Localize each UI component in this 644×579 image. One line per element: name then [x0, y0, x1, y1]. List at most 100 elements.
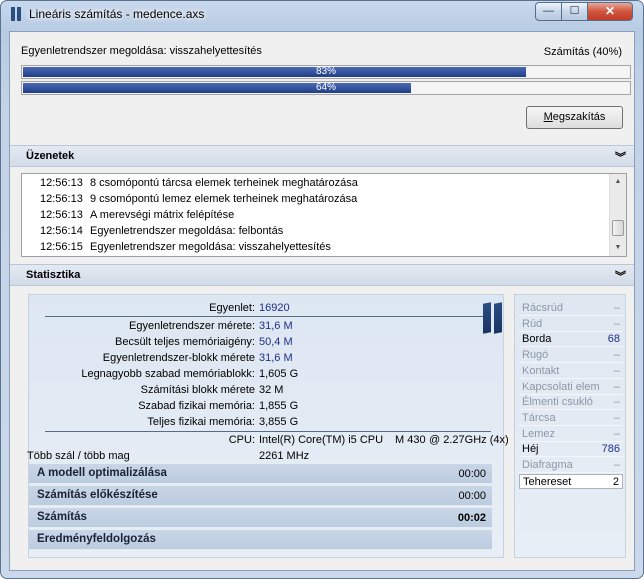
element-type-name: Kapcsolati elem [522, 380, 600, 393]
title-bar[interactable]: Lineáris számítás - medence.axs — ☐ ✕ [1, 1, 643, 27]
element-type-row: Rácsrúd – [519, 301, 623, 316]
scroll-down-arrow-icon[interactable]: ▼ [612, 242, 624, 254]
window-title: Lineáris számítás - medence.axs [29, 7, 205, 21]
statistic-label: Egyenletrendszer-blokk mérete [102, 352, 255, 364]
statistic-value: 16920 [259, 302, 290, 314]
element-type-count: – [613, 317, 620, 330]
scrollbar-thumb[interactable] [612, 220, 624, 236]
statistics-divider [45, 316, 491, 317]
element-type-count: – [613, 349, 620, 362]
message-text: Egyenletrendszer megoldása: visszahelyet… [90, 241, 331, 253]
statistic-row: Legnagyobb szabad memóriablokk: 1,605 G [29, 368, 505, 383]
message-text: 8 csomópontú tárcsa elemek terheinek meg… [90, 177, 358, 189]
statistic-label: Legnagyobb szabad memóriablokk: [81, 368, 255, 380]
statistics-section-header[interactable]: Statisztika ︾ [10, 264, 634, 286]
element-type-row: Lemez – [519, 427, 623, 442]
element-type-name: Rúd [522, 317, 543, 330]
element-type-count: 2 [612, 475, 619, 488]
message-time: 12:56:15 [40, 241, 83, 253]
phase-time: 00:02 [457, 512, 486, 524]
messages-header-title: Üzenetek [26, 150, 75, 162]
element-type-name: Tehereset [523, 475, 572, 488]
element-type-count: 68 [607, 333, 620, 346]
message-time: 12:56:13 [40, 177, 83, 189]
element-type-list: Rácsrúd – Rúd – Borda 68 Rugó – Kontakt – Kapcsola… [514, 294, 626, 558]
statistic-value: 1,605 G [259, 368, 299, 380]
threads-label: Több szál / több mag [27, 450, 130, 462]
element-type-name: Borda [522, 333, 552, 346]
element-type-count: 786 [601, 443, 620, 456]
close-button[interactable]: ✕ [587, 2, 633, 21]
calculation-phase-row: Eredményfeldolgozás [29, 530, 492, 550]
calculation-phase-row: A modell optimalizálása 00:00 [29, 464, 492, 484]
overall-progress-label: Számítás (40%) [543, 46, 622, 58]
statistics-divider [45, 431, 491, 432]
statistic-value: 50,4 M [259, 336, 293, 348]
statistic-label: Egyenlet: [209, 302, 255, 314]
message-text: A merevségi mátrix felépítése [90, 209, 235, 221]
status-text: Egyenletrendszer megoldása: visszahelyet… [21, 45, 262, 57]
statistic-value: 3,855 G [259, 416, 299, 428]
calculation-phase-row: Számítás 00:02 [29, 508, 492, 528]
axisvm-logo-icon [483, 302, 505, 335]
element-type-row: Diafragma – [519, 458, 623, 473]
element-type-name: Diafragma [522, 459, 573, 471]
progress-bar-2: 64% [21, 81, 631, 95]
element-type-row: Tárcsa – [519, 411, 623, 426]
statistic-row: Számítási blokk mérete 32 M [29, 384, 505, 399]
statistics-header-title: Statisztika [26, 269, 81, 281]
cpu-frequency: @ 2.27GHz (4x) [429, 434, 509, 446]
element-type-row: Rúd – [519, 317, 623, 332]
statistic-row: Egyenletrendszer mérete: 31,6 M [29, 320, 505, 335]
element-type-name: Rugó [522, 349, 549, 362]
cpu-label: CPU: [228, 434, 255, 446]
statistic-value: 31,6 M [259, 352, 293, 364]
minimize-button[interactable]: — [535, 2, 562, 21]
element-type-row: Borda 68 [519, 332, 623, 348]
calculation-phase-row: Számítás előkészítése 00:00 [29, 486, 492, 506]
statistic-value: 32 M [259, 384, 284, 396]
element-type-name: Tárcsa [522, 411, 556, 424]
cancel-button[interactable]: Megszakítás [526, 106, 623, 129]
statistic-value: 1,855 G [259, 400, 299, 412]
statistic-row: Egyenletrendszer-blokk mérete 31,6 M [29, 352, 505, 367]
cpu-value: Intel(R) Core(TM) i5 CPU [259, 434, 384, 446]
statistic-label: Teljes fizikai memória: [147, 416, 255, 428]
maximize-button[interactable]: ☐ [561, 2, 588, 21]
app-window: Lineáris számítás - medence.axs — ☐ ✕ Eg… [0, 0, 644, 579]
threads-row: Több szál / több mag 2261 MHz [27, 450, 505, 465]
element-type-row: Kontakt – [519, 364, 623, 379]
statistic-row: Szabad fizikai memória: 1,855 G [29, 400, 505, 415]
app-logo-icon [11, 7, 23, 21]
statistic-label: Becsült teljes memóriaigény: [114, 336, 255, 348]
progress-bar-2-percent: 64% [315, 82, 336, 93]
scroll-up-arrow-icon[interactable]: ▲ [612, 176, 624, 188]
element-type-count: – [613, 396, 620, 409]
element-type-count: – [613, 459, 620, 471]
progress-bar-1: 83% [21, 65, 631, 79]
message-time: 12:56:13 [40, 209, 83, 221]
dialog-client-area: Egyenletrendszer megoldása: visszahelyet… [9, 31, 635, 571]
collapse-chevron-icon[interactable]: ︾ [615, 149, 626, 165]
statistic-label: Szabad fizikai memória: [138, 400, 255, 412]
element-type-count: – [613, 427, 620, 440]
element-type-name: Kontakt [522, 364, 560, 377]
statistic-row: Teljes fizikai memória: 3,855 G [29, 416, 505, 431]
message-log[interactable]: ▲ ▼ 12:56:13 8 csomópontú tárcsa elemek t… [21, 173, 627, 257]
threads-value: 2261 MHz [259, 450, 310, 462]
element-type-count: – [613, 380, 620, 393]
element-type-row: Héj 786 [519, 442, 623, 458]
message-log-scrollbar[interactable]: ▲ ▼ [609, 174, 626, 256]
element-type-count: – [613, 302, 620, 314]
progress-bar-1-percent: 83% [315, 66, 336, 77]
phase-label: A modell optimalizálása [37, 467, 167, 479]
phase-time: 00:00 [458, 468, 486, 480]
message-text: Egyenletrendszer megoldása: felbontás [90, 225, 284, 237]
statistic-label: Egyenletrendszer mérete: [129, 320, 255, 332]
messages-section-header[interactable]: Üzenetek ︾ [10, 145, 634, 167]
element-type-row: Kapcsolati elem – [519, 380, 623, 395]
progress-area: Egyenletrendszer megoldása: visszahelyet… [10, 32, 634, 144]
message-time: 12:56:14 [40, 225, 83, 237]
cpu-row: CPU: Intel(R) Core(TM) i5 CPU M 430 @ 2.27G… [29, 434, 509, 449]
collapse-chevron-icon[interactable]: ︾ [615, 268, 626, 284]
